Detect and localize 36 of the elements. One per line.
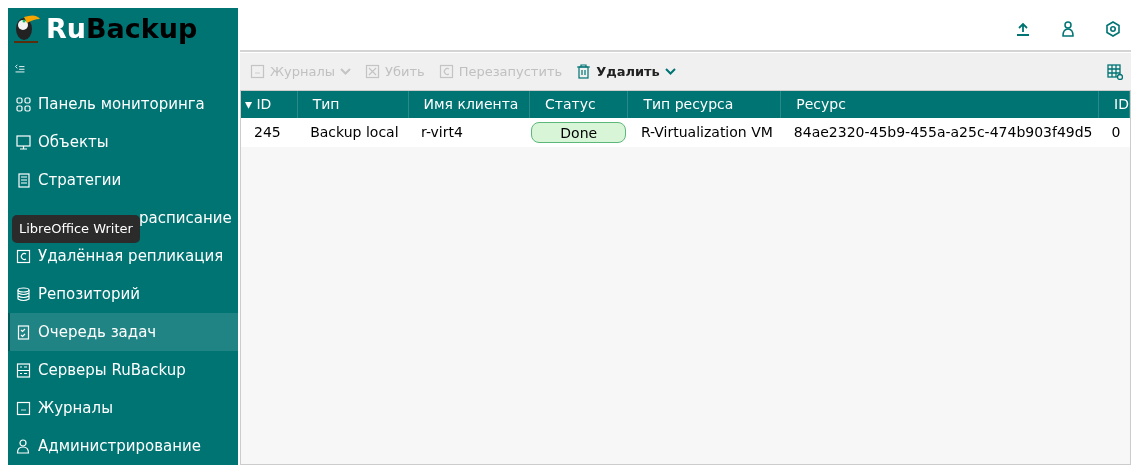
table-cell: 0 [1098,118,1130,147]
sidebar-item[interactable]: Объекты [8,123,238,161]
sidebar-item[interactable]: Очередь задач [8,313,238,351]
cross-icon [365,64,380,79]
monitor-icon [16,134,31,150]
checklist-icon [16,324,31,340]
user-icon[interactable] [1061,21,1075,37]
database-icon [16,286,31,302]
server-icon [16,362,31,378]
refresh-icon [438,64,454,79]
logo-text: RuBackup [46,14,198,42]
collapse-menu-icon[interactable] [14,63,26,74]
status-badge: Done [531,122,626,143]
table-settings-icon[interactable] [1107,63,1123,80]
log-icon [250,64,265,79]
sidebar-item[interactable]: Стратегии [8,161,238,199]
table-cell: r-virt4 [408,118,530,147]
tooltip: LibreOffice Writer [12,215,140,243]
table-cell: Backup local [297,118,408,147]
user-icon [16,438,31,454]
sidebar-item[interactable]: Панель мониторинга [8,85,238,123]
settings-icon[interactable] [1105,21,1121,37]
toolbar-button[interactable]: Удалить [576,61,676,82]
sidebar-item[interactable]: Журналы [8,389,238,427]
log-icon [16,400,31,416]
document-icon [16,172,31,188]
grid-icon [16,96,31,112]
refresh-icon [16,248,31,264]
table-cell: R-Virtualization VM [627,118,781,147]
table-cell: 84ae2320-45b9-455a-a25c-474b903f49d5 [780,118,1099,147]
table-cell: 245 [241,118,298,147]
sidebar-item[interactable]: Репозиторий [8,275,238,313]
trash-icon [576,64,592,79]
sidebar-item[interactable]: Администрирование [8,427,238,465]
sidebar-item[interactable]: Серверы RuBackup [8,351,238,389]
upload-icon[interactable] [1015,21,1031,37]
